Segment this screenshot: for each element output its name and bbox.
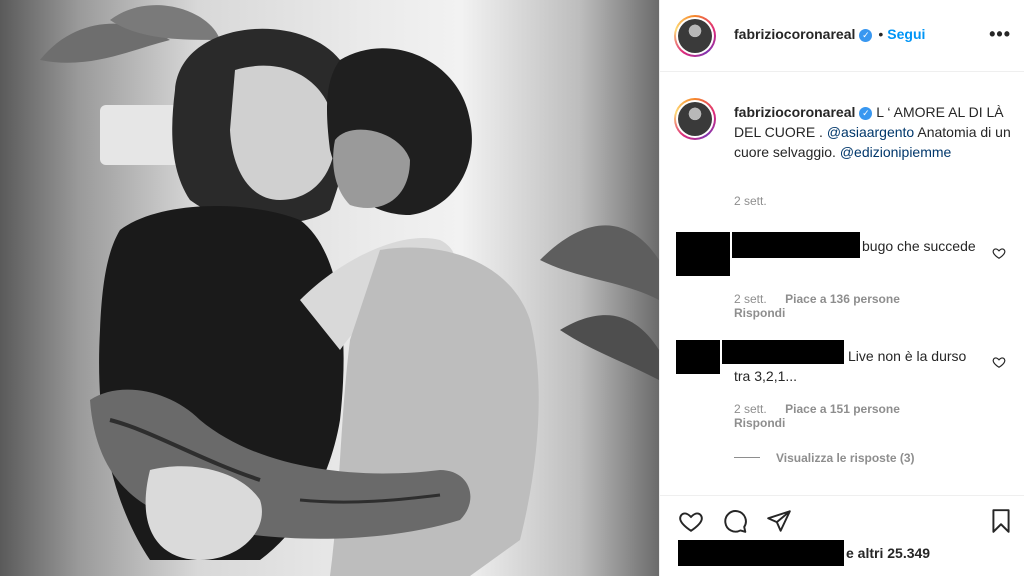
avatar-inner bbox=[676, 17, 714, 55]
avatar-picture bbox=[678, 19, 712, 53]
view-replies-button[interactable]: Visualizza le risposte (3) bbox=[734, 451, 915, 465]
reply-button[interactable]: Rispondi bbox=[734, 305, 785, 321]
view-replies-label: Visualizza le risposte (3) bbox=[776, 451, 915, 465]
caption-avatar-picture bbox=[678, 102, 712, 136]
like-heart-icon[interactable] bbox=[678, 508, 704, 534]
photo-illustration bbox=[40, 5, 659, 576]
bookmark-icon[interactable] bbox=[988, 508, 1014, 534]
comment-time: 2 sett. bbox=[734, 402, 767, 416]
comment-item: Live non è la durso tra 3,2,1... 2 sett.… bbox=[674, 340, 1014, 440]
comment-time: 2 sett. bbox=[734, 292, 767, 306]
header-separator: • bbox=[878, 26, 884, 42]
redacted-avatar bbox=[676, 340, 720, 374]
header-username[interactable]: fabriziocoronareal bbox=[734, 26, 855, 42]
comment-text: Live non è la durso tra 3,2,1... bbox=[734, 348, 967, 384]
mention-edizionipiemme[interactable]: @edizionipiemme bbox=[840, 144, 951, 160]
view-replies-line bbox=[734, 457, 760, 458]
avatar[interactable] bbox=[674, 15, 716, 57]
caption-time: 2 sett. bbox=[734, 194, 767, 208]
verified-badge-icon: ✓ bbox=[859, 107, 873, 120]
caption-username[interactable]: fabriziocoronareal bbox=[734, 104, 855, 120]
caption-avatar[interactable] bbox=[674, 98, 716, 140]
share-paper-plane-icon[interactable] bbox=[766, 508, 792, 534]
post-side-panel: fabriziocoronareal ✓ • Segui ••• fabrizioco… bbox=[659, 0, 1024, 576]
mention-asiaargento[interactable]: @asiaargento bbox=[827, 124, 914, 140]
comment-item: bugo che succede 2 sett. Piace a 136 per… bbox=[674, 232, 1014, 322]
more-options-icon[interactable]: ••• bbox=[989, 24, 1011, 45]
follow-button[interactable]: Segui bbox=[887, 26, 925, 42]
comment-text: bugo che succede bbox=[862, 238, 976, 254]
post-photo[interactable] bbox=[0, 0, 659, 576]
likes-count[interactable]: e altri 25.349 bbox=[846, 545, 930, 561]
redacted-liker-names bbox=[678, 540, 844, 566]
comment-likes[interactable]: Piace a 136 persone bbox=[785, 292, 900, 306]
like-comment-heart-icon[interactable] bbox=[992, 246, 1006, 260]
redacted-avatar bbox=[676, 232, 730, 276]
comment-bubble-icon[interactable] bbox=[722, 508, 748, 534]
post-actions-bar: e altri 25.349 bbox=[660, 495, 1024, 576]
comment-likes[interactable]: Piace a 151 persone bbox=[785, 402, 900, 416]
header-user-row: fabriziocoronareal ✓ • Segui bbox=[734, 26, 925, 44]
reply-button[interactable]: Rispondi bbox=[734, 415, 785, 431]
verified-badge-icon: ✓ bbox=[859, 29, 873, 42]
like-comment-heart-icon[interactable] bbox=[992, 355, 1006, 369]
caption-avatar-inner bbox=[676, 100, 714, 138]
caption-text: fabriziocoronareal ✓ L ‘ AMORE AL DI LÀ D… bbox=[734, 102, 1014, 162]
post-header: fabriziocoronareal ✓ • Segui ••• bbox=[660, 0, 1024, 72]
